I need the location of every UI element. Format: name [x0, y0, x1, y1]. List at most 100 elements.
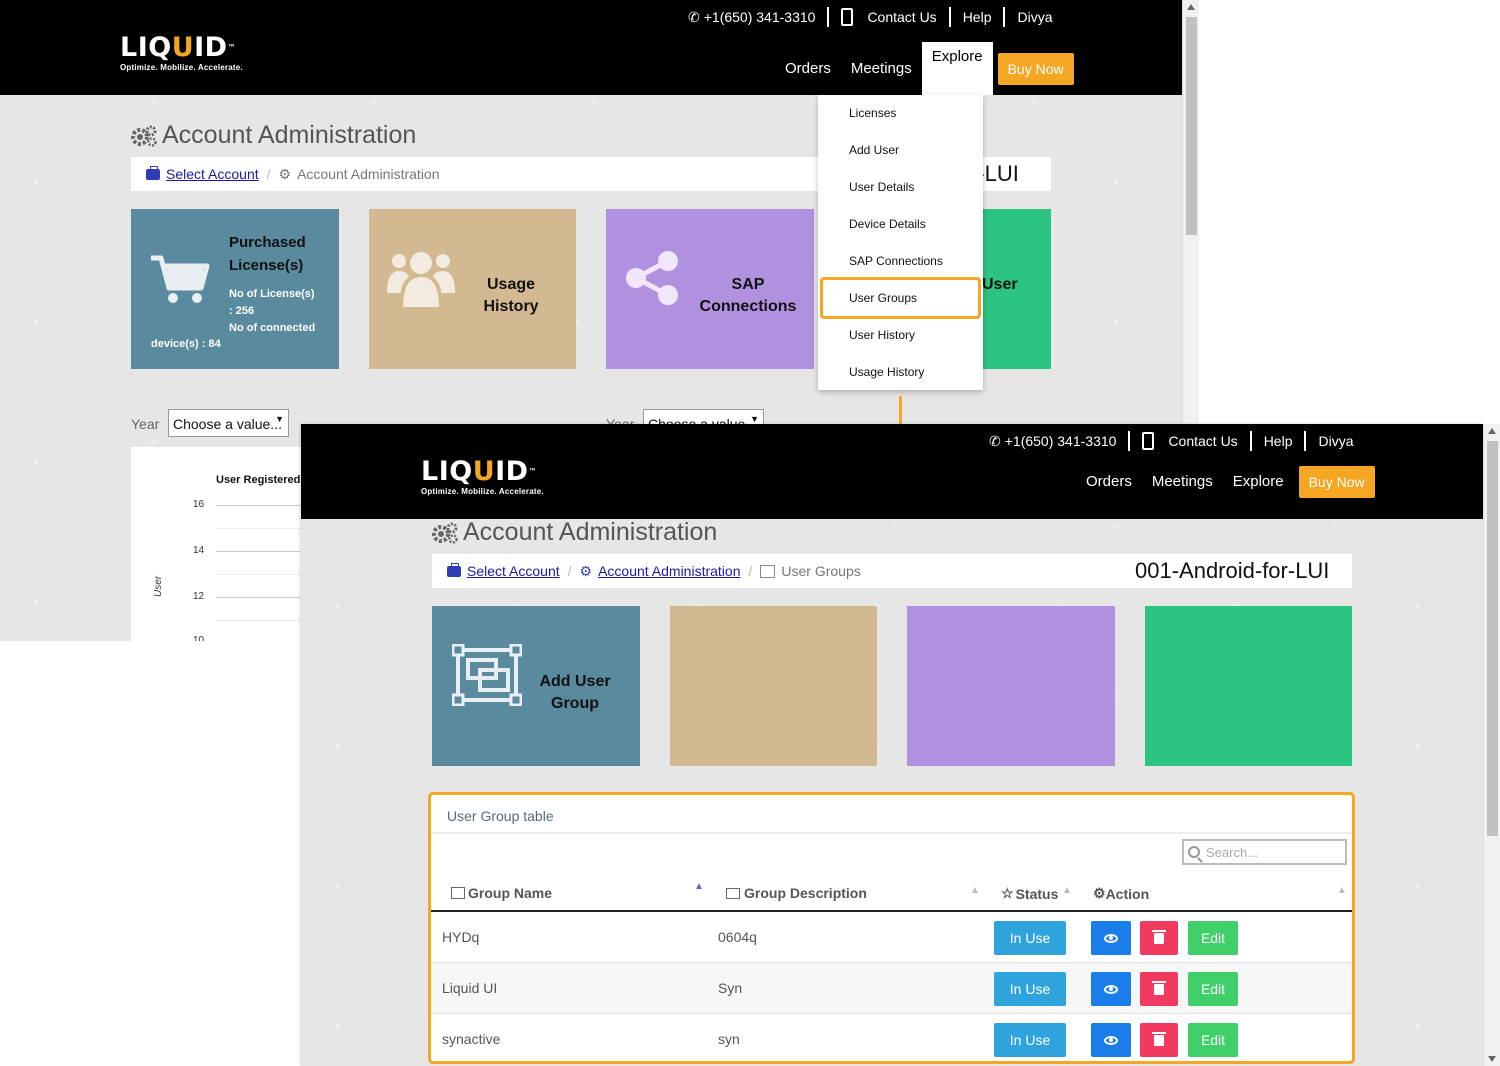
menu-item-sap-connections[interactable]: SAP Connections: [849, 254, 943, 268]
nav-explore[interactable]: Explore: [1223, 467, 1294, 497]
highlight-user-groups: [820, 277, 981, 319]
sort-icon[interactable]: ▲: [970, 885, 980, 896]
user-menu[interactable]: Divya: [1318, 433, 1353, 449]
sort-icon[interactable]: ▲: [1062, 885, 1072, 896]
eye-icon: [1104, 984, 1118, 994]
device-count-label: No of connected: [229, 322, 316, 334]
buy-now-button[interactable]: Buy Now: [997, 52, 1074, 85]
scroll-down-icon[interactable]: [1488, 1056, 1496, 1062]
group-description-cell: Syn: [718, 980, 743, 996]
star-icon: ☆: [1001, 885, 1014, 901]
screenshot-user-groups: LIQUID™ Optimize. Mobilize. Accelerate. …: [301, 424, 1483, 1066]
breadcrumb-account-administration[interactable]: Account Administration: [598, 563, 740, 579]
phone-number[interactable]: +1(650) 341-3310: [1005, 433, 1117, 449]
phone-icon: ✆: [989, 432, 1001, 449]
empty-tile-green: [1145, 606, 1352, 766]
column-header-group-description[interactable]: Group Description: [726, 885, 867, 901]
trash-icon: [1152, 929, 1166, 944]
breadcrumb-select-account[interactable]: Select Account: [166, 166, 259, 182]
add-user-group-tile[interactable]: Add User Group: [432, 606, 640, 766]
status-in-use-button[interactable]: In Use: [994, 921, 1066, 955]
menu-item-user-history[interactable]: User History: [849, 328, 915, 342]
contact-icon: [1142, 432, 1155, 450]
buy-now-button[interactable]: Buy Now: [1298, 466, 1375, 498]
group-name-cell: Liquid UI: [442, 980, 498, 996]
status-in-use-button[interactable]: In Use: [994, 972, 1066, 1006]
edit-button[interactable]: Edit: [1188, 921, 1238, 955]
usage-history-tile[interactable]: Usage History: [369, 209, 576, 369]
tile-title: Usage: [486, 276, 536, 293]
menu-item-licenses[interactable]: Licenses: [849, 106, 896, 120]
utility-links: ✆ +1(650) 341-3310 Contact Us Help Divya: [688, 7, 1053, 27]
search-icon: [1188, 846, 1200, 858]
license-count-label: No of License(s): [229, 288, 315, 300]
top-bar: LIQUID™ Optimize. Mobilize. Accelerate. …: [301, 424, 1483, 519]
delete-button[interactable]: [1140, 921, 1178, 955]
tile-title: Connections: [699, 298, 797, 315]
nav-meetings[interactable]: Meetings: [841, 54, 922, 84]
gridline: [216, 620, 306, 621]
menu-item-usage-history[interactable]: Usage History: [849, 365, 924, 379]
tile-title: Add User: [539, 673, 611, 690]
phone-number[interactable]: +1(650) 341-3310: [704, 9, 816, 25]
menu-item-device-details[interactable]: Device Details: [849, 217, 926, 231]
nav-meetings[interactable]: Meetings: [1142, 467, 1223, 497]
user-registered-chart: User Registered User 16 14 12 10: [131, 447, 306, 641]
delete-button[interactable]: [1140, 972, 1178, 1006]
group-description-cell: syn: [718, 1031, 740, 1047]
sort-icon[interactable]: ▲: [1337, 885, 1347, 896]
view-button[interactable]: [1091, 921, 1131, 955]
scroll-thumb[interactable]: [1186, 17, 1197, 235]
y-tick: 12: [193, 591, 205, 602]
view-button[interactable]: [1091, 1023, 1131, 1057]
breadcrumb-current: Account Administration: [297, 166, 440, 182]
search-input[interactable]: Search...: [1182, 839, 1347, 865]
scroll-up-icon[interactable]: [1187, 4, 1195, 10]
contact-us-link[interactable]: Contact Us: [1168, 433, 1237, 449]
page-scrollbar[interactable]: [1483, 424, 1500, 1066]
page-title: Account Administration: [130, 121, 416, 150]
scroll-thumb[interactable]: [1487, 441, 1498, 836]
sort-asc-icon[interactable]: ▲: [694, 881, 704, 892]
breadcrumb-select-account[interactable]: Select Account: [467, 563, 560, 579]
top-bar: LIQUID™ Optimize. Mobilize. Accelerate. …: [0, 0, 1182, 95]
breadcrumb-current: User Groups: [781, 563, 861, 579]
menu-item-user-details[interactable]: User Details: [849, 180, 914, 194]
tile-title: Purchased: [229, 234, 306, 251]
purchased-licenses-tile[interactable]: Purchased License(s) No of License(s) : …: [131, 209, 339, 369]
trash-icon: [1152, 1031, 1166, 1046]
status-in-use-button[interactable]: In Use: [994, 1023, 1066, 1057]
page-title: Account Administration: [431, 518, 717, 547]
edit-button[interactable]: Edit: [1188, 1023, 1238, 1057]
scroll-up-icon[interactable]: [1488, 428, 1496, 434]
phone-icon: ✆: [688, 8, 700, 25]
edit-button[interactable]: Edit: [1188, 972, 1238, 1006]
main-nav: Orders Meetings Explore Buy Now: [1076, 466, 1375, 498]
column-header-action[interactable]: ⚙ Action: [1093, 885, 1149, 902]
year-label: Year: [131, 416, 160, 432]
menu-item-add-user[interactable]: Add User: [849, 143, 899, 157]
view-button[interactable]: [1091, 972, 1131, 1006]
caret-down-icon: ▼: [750, 414, 759, 424]
gridline: [216, 574, 306, 575]
user-menu[interactable]: Divya: [1017, 9, 1052, 25]
column-header-status[interactable]: ☆ Status: [1001, 885, 1058, 902]
nav-explore[interactable]: Explore: [921, 42, 993, 95]
year-select[interactable]: Choose a value... ▼: [168, 409, 289, 437]
tile-title: History: [483, 298, 539, 315]
chart-title: User Registered: [216, 474, 301, 486]
account-name: 001-Android-for-LUI: [1135, 558, 1330, 583]
gridline: [216, 551, 306, 552]
liquid-logo[interactable]: LIQUID™ Optimize. Mobilize. Accelerate.: [120, 34, 243, 72]
contact-us-link[interactable]: Contact Us: [867, 9, 936, 25]
help-link[interactable]: Help: [963, 9, 992, 25]
liquid-logo[interactable]: LIQUID™ Optimize. Mobilize. Accelerate.: [421, 458, 544, 496]
column-header-group-name[interactable]: Group Name: [451, 885, 552, 901]
nav-orders[interactable]: Orders: [775, 54, 841, 84]
nav-orders[interactable]: Orders: [1076, 467, 1142, 497]
help-link[interactable]: Help: [1264, 433, 1293, 449]
users-group-icon: [387, 252, 455, 307]
caret-down-icon: ▼: [275, 414, 284, 424]
delete-button[interactable]: [1140, 1023, 1178, 1057]
sap-connections-tile[interactable]: SAP Connections: [606, 209, 814, 369]
